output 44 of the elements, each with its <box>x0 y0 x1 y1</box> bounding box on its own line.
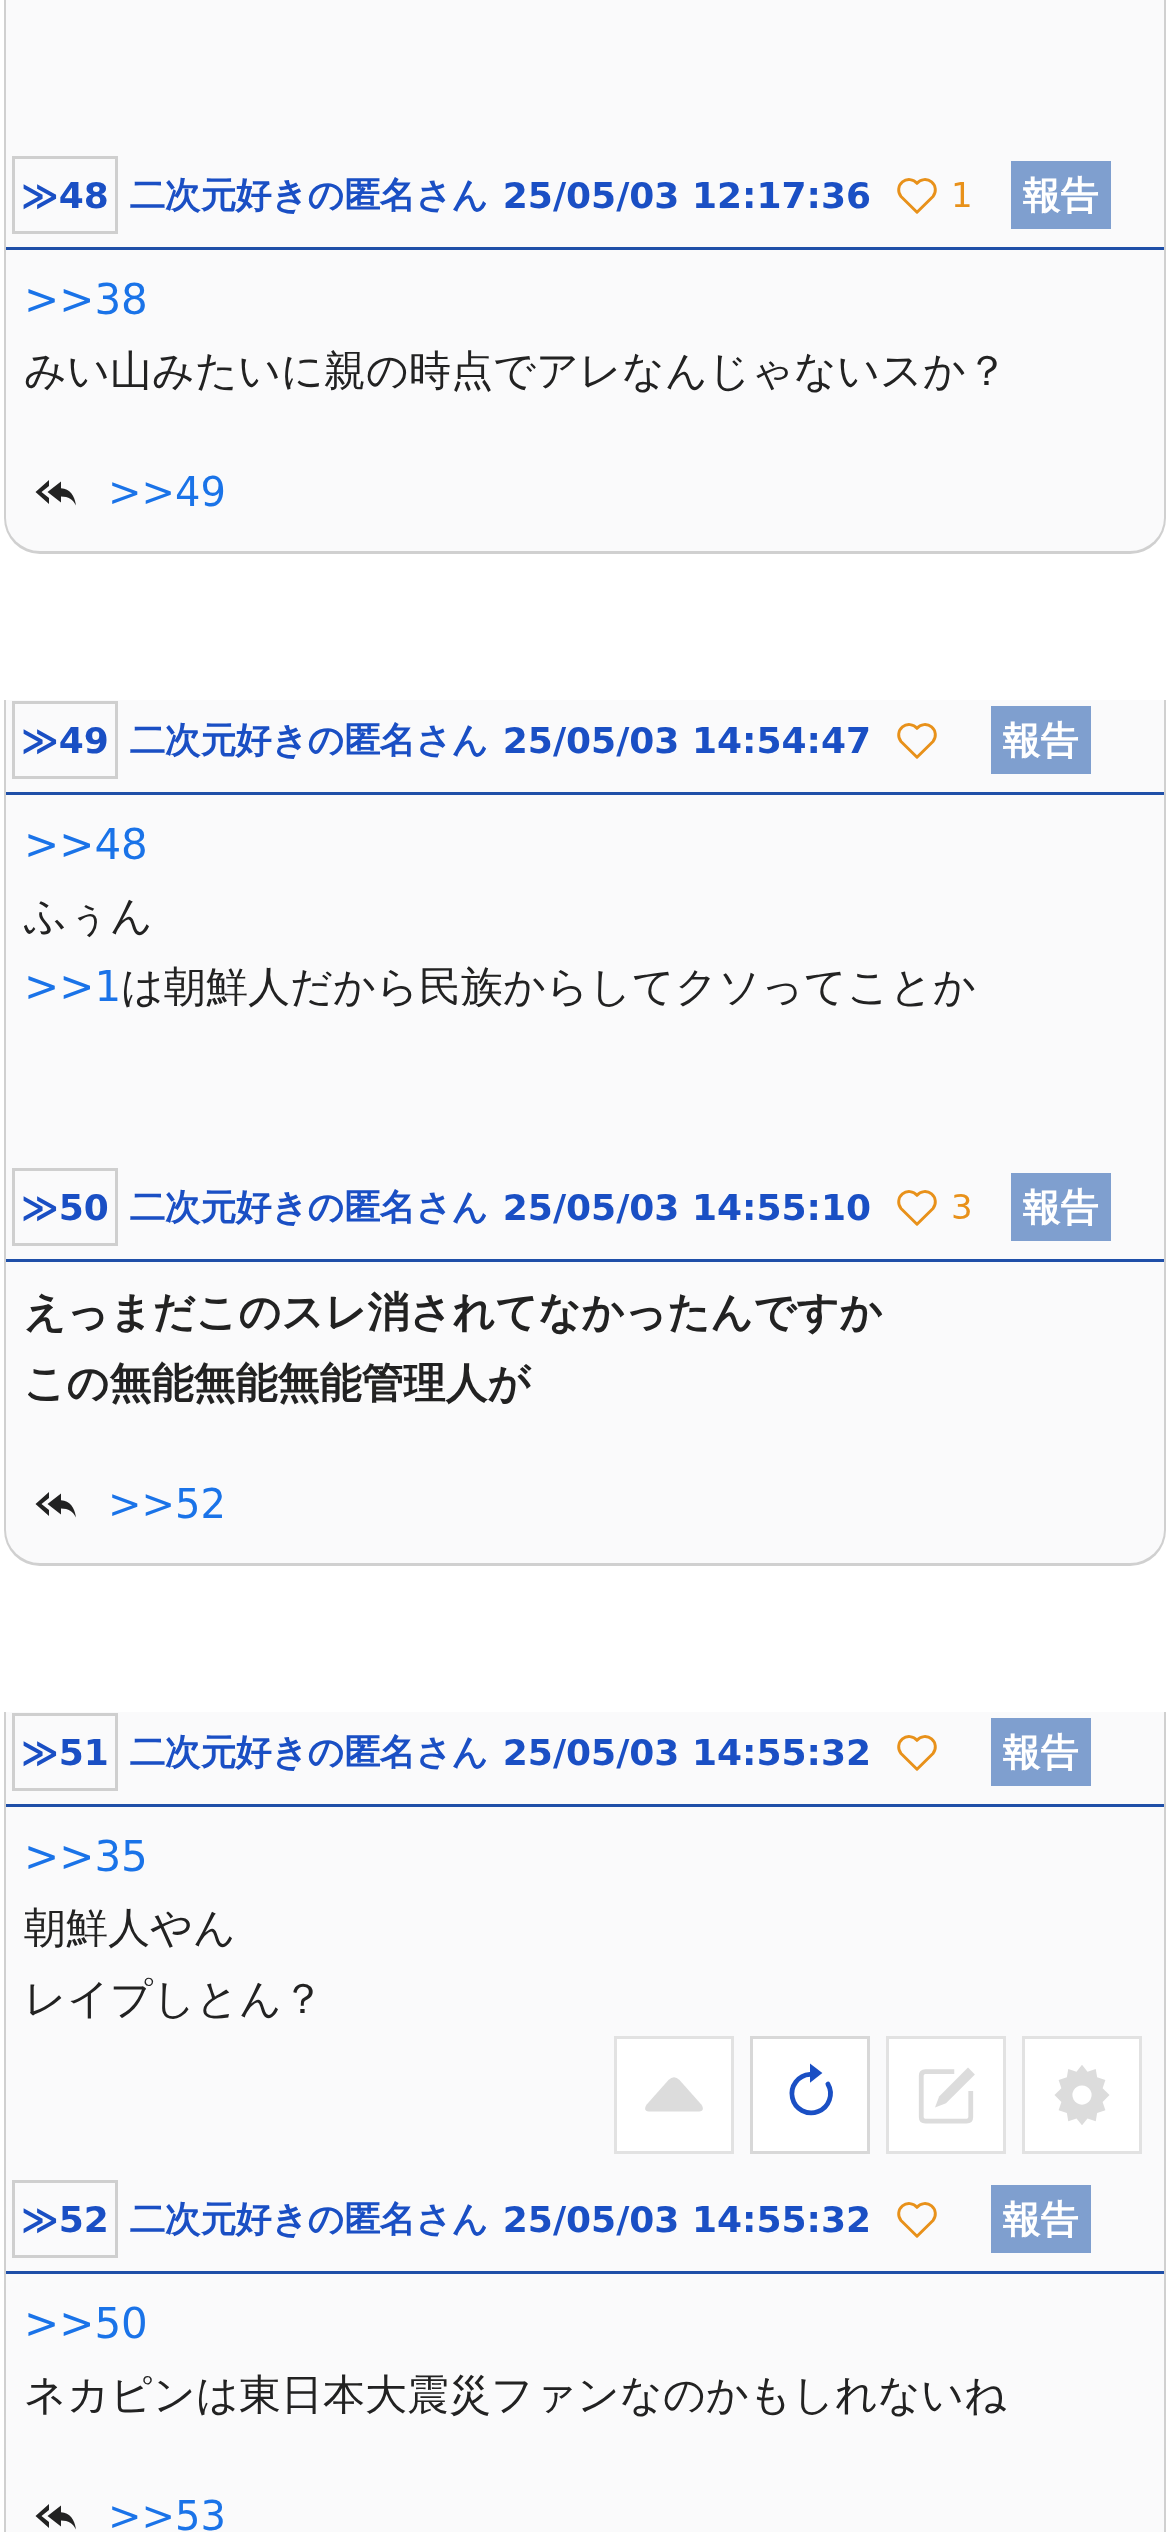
heart-icon <box>895 2199 939 2239</box>
heart-icon <box>895 1187 939 1227</box>
reply-link[interactable]: >>52 <box>108 1481 226 1527</box>
report-button[interactable]: 報告 <box>1011 161 1111 229</box>
post-text: みい山みたいに親の時点でアレなんじゃないスか？ <box>24 345 1009 397</box>
anchor-link[interactable]: >>35 <box>24 1832 148 1881</box>
reply-link[interactable]: >>53 <box>108 2493 226 2532</box>
post-number-button[interactable]: ≫52 <box>12 2180 118 2258</box>
post-text: レイプしとん？ <box>24 1973 325 2025</box>
like-count: 3 <box>951 1187 973 1227</box>
author-name: 二次元好きの匿名さん <box>129 172 489 217</box>
post-text: >>1は朝鮮人だから民族からしてクソってことか <box>24 961 978 1013</box>
heart-icon <box>895 720 939 760</box>
author-name: 二次元好きの匿名さん <box>129 1729 489 1774</box>
post-date: 25/05/03 14:55:32 <box>502 2198 871 2240</box>
author-name: 二次元好きの匿名さん <box>129 2196 489 2241</box>
report-button[interactable]: 報告 <box>991 1718 1091 1786</box>
report-button[interactable]: 報告 <box>991 2185 1091 2253</box>
anchor-link[interactable]: >>1 <box>24 962 122 1011</box>
post-text: この無能無能無能管理人が <box>24 1357 533 1409</box>
post-text: ネカピンは東日本大震災ファンなのかもしれないね <box>24 2369 1008 2421</box>
reply-link[interactable]: >>49 <box>108 469 226 515</box>
post-number-button[interactable]: ≫48 <box>12 156 118 234</box>
post-date: 25/05/03 14:54:47 <box>502 719 871 761</box>
post-text: えっまだこのスレ消されてなかったんですか <box>24 1286 884 1338</box>
report-button[interactable]: 報告 <box>1011 1173 1111 1241</box>
heart-icon <box>895 175 939 215</box>
reload-button[interactable] <box>750 2036 870 2154</box>
post-date: 25/05/03 12:17:36 <box>502 174 871 216</box>
post-number-button[interactable]: ≫51 <box>12 1713 118 1791</box>
author-name: 二次元好きの匿名さん <box>129 1184 489 1229</box>
post-text: ふぅん <box>24 890 154 942</box>
post-number-button[interactable]: ≫50 <box>12 1168 118 1246</box>
report-button[interactable]: 報告 <box>991 706 1091 774</box>
heart-icon <box>895 1732 939 1772</box>
anchor-link[interactable]: >>38 <box>24 275 148 324</box>
like-count: 1 <box>951 175 973 215</box>
post-date: 25/05/03 14:55:32 <box>502 1731 871 1773</box>
author-name: 二次元好きの匿名さん <box>129 717 489 762</box>
post-date: 25/05/03 14:55:10 <box>502 1186 871 1228</box>
post-text: 朝鮮人やん <box>24 1902 237 1954</box>
post-number-button[interactable]: ≫49 <box>12 701 118 779</box>
anchor-link[interactable]: >>50 <box>24 2299 148 2348</box>
anchor-link[interactable]: >>48 <box>24 820 148 869</box>
